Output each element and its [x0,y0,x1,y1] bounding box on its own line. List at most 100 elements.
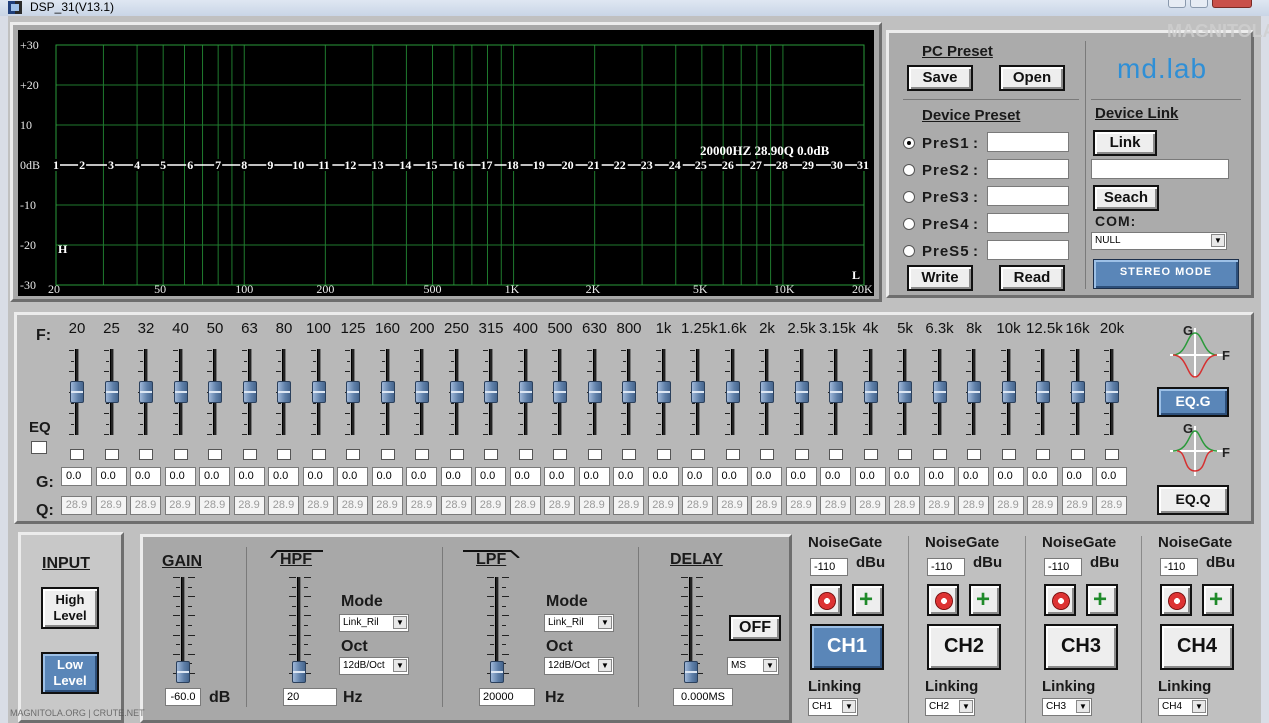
slider-thumb[interactable] [1070,381,1085,403]
band-gain-field[interactable]: 0.0 [682,467,713,486]
slider-thumb[interactable] [518,381,533,403]
band-gain-slider[interactable] [716,349,750,437]
band-gain-slider[interactable] [267,349,301,437]
band-q-field[interactable]: 28.9 [509,496,541,515]
band-gain-field[interactable]: 0.0 [268,467,299,486]
band-enable-checkbox[interactable] [518,449,533,460]
channel-select-button[interactable]: CH2 [927,624,1001,670]
band-enable-checkbox[interactable] [242,449,257,460]
gain-value-field[interactable]: -60.0 [165,688,201,706]
slider-thumb[interactable] [484,381,498,403]
band-q-field[interactable]: 28.9 [268,496,299,515]
band-gain-slider[interactable] [578,349,612,437]
band-enable-checkbox[interactable] [725,449,740,460]
band-gain-field[interactable]: 0.0 [509,467,541,486]
band-gain-slider[interactable] [681,349,715,437]
band-enable-checkbox[interactable] [691,449,705,460]
band-q-field[interactable]: 28.9 [61,496,92,515]
band-gain-field[interactable]: 0.0 [647,467,679,486]
band-q-field[interactable]: 28.9 [785,496,817,515]
band-enable-checkbox[interactable] [1001,449,1016,460]
band-gain-field[interactable]: 0.0 [820,467,851,486]
eq-graph[interactable]: +30 +20 10 0dB -10 -20 -30 20 50 100 200 500 1K 2K 5K 1… [18,30,874,296]
band-q-field[interactable]: 28.9 [854,496,886,515]
band-q-field[interactable]: 28.9 [440,496,472,515]
linking-select[interactable]: CH3 ▼ [1042,698,1092,716]
band-enable-checkbox[interactable] [553,449,567,460]
band-q-field[interactable]: 28.9 [992,496,1024,515]
band-gain-field[interactable]: 0.0 [958,467,989,486]
slider-thumb[interactable] [242,381,257,403]
slider-thumb[interactable] [415,381,429,403]
band-q-field[interactable]: 28.9 [613,496,644,515]
noisegate-threshold-field[interactable]: -110 [927,558,965,576]
band-gain-slider[interactable] [509,349,543,437]
slider-thumb[interactable] [70,381,84,403]
band-q-field[interactable]: 28.9 [820,496,851,515]
band-q-field[interactable]: 28.9 [716,496,748,515]
band-gain-field[interactable]: 0.0 [199,467,230,486]
band-gain-field[interactable]: 0.0 [1061,467,1093,486]
slider-thumb[interactable] [1036,381,1050,403]
band-gain-slider[interactable] [819,349,853,437]
slider-thumb[interactable] [1001,381,1016,403]
hpf-mode-select[interactable]: Link_Ril ▼ [339,614,409,632]
slider-thumb[interactable] [829,381,843,403]
mute-button[interactable] [810,584,842,616]
band-gain-slider[interactable] [60,349,94,437]
delay-slider[interactable] [671,573,711,683]
slider-thumb[interactable] [622,381,636,403]
band-enable-checkbox[interactable] [104,449,119,460]
band-gain-field[interactable]: 0.0 [371,467,403,486]
slider-thumb[interactable] [587,381,602,403]
hpf-freq-field[interactable]: 20 [283,688,337,706]
band-gain-field[interactable]: 0.0 [992,467,1024,486]
delay-value-field[interactable]: 0.000MS [673,688,733,706]
band-gain-field[interactable]: 0.0 [233,467,265,486]
channel-select-button[interactable]: CH1 [810,624,884,670]
band-enable-checkbox[interactable] [173,449,188,460]
band-gain-slider[interactable] [474,349,508,437]
band-enable-checkbox[interactable] [208,449,222,460]
band-gain-slider[interactable] [1026,349,1060,437]
band-gain-slider[interactable] [750,349,784,437]
band-enable-checkbox[interactable] [932,449,947,460]
band-enable-checkbox[interactable] [760,449,774,460]
band-q-field[interactable]: 28.9 [682,496,713,515]
slider-thumb[interactable] [932,381,947,403]
band-gain-slider[interactable] [612,349,646,437]
band-q-field[interactable]: 28.9 [578,496,610,515]
band-gain-slider[interactable] [1095,349,1129,437]
save-button[interactable]: Save [907,65,973,91]
band-gain-field[interactable]: 0.0 [406,467,437,486]
band-gain-slider[interactable] [992,349,1026,437]
band-gain-field[interactable]: 0.0 [1096,467,1127,486]
band-q-field[interactable]: 28.9 [233,496,265,515]
maximize-button[interactable] [1190,0,1208,8]
slider-thumb[interactable] [292,661,306,683]
preset-radio-2[interactable] [903,164,915,176]
open-button[interactable]: Open [999,65,1065,91]
band-enable-checkbox[interactable] [656,449,671,460]
slider-thumb[interactable] [725,381,740,403]
band-enable-checkbox[interactable] [829,449,843,460]
eq-q-mode-button[interactable]: EQ.Q [1157,485,1229,515]
delay-toggle-button[interactable]: OFF [729,615,781,641]
add-button[interactable]: + [852,584,884,616]
channel-select-button[interactable]: CH3 [1044,624,1118,670]
slider-thumb[interactable] [449,381,464,403]
band-q-field[interactable]: 28.9 [302,496,334,515]
band-q-field[interactable]: 28.9 [406,496,437,515]
slider-thumb[interactable] [898,381,912,403]
band-q-field[interactable]: 28.9 [1027,496,1058,515]
preset-name-field-2[interactable] [987,159,1069,179]
read-button[interactable]: Read [999,265,1065,291]
slider-thumb[interactable] [684,661,698,683]
lpf-oct-select[interactable]: 12dB/Oct ▼ [544,657,614,675]
band-q-field[interactable]: 28.9 [923,496,955,515]
stereo-mode-button[interactable]: STEREO MODE [1093,259,1239,289]
band-gain-slider[interactable] [647,349,681,437]
band-gain-slider[interactable] [923,349,957,437]
lpf-mode-select[interactable]: Link_Ril ▼ [544,614,614,632]
band-enable-checkbox[interactable] [863,449,878,460]
